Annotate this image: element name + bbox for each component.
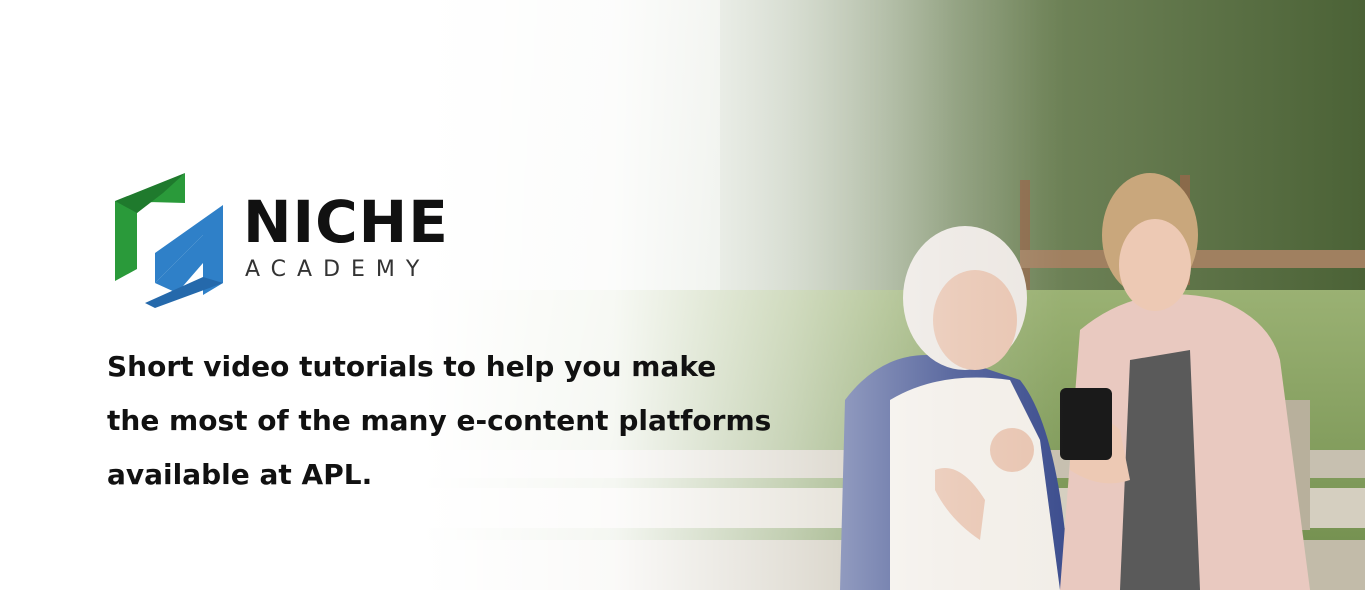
- tagline-line-1: Short video tutorials to help you make: [107, 350, 717, 383]
- tagline-line-2: the most of the many e-content platforms: [107, 404, 772, 437]
- tagline: Short video tutorials to help you make t…: [107, 340, 827, 502]
- niche-academy-logo: NICHE ACADEMY: [115, 173, 495, 308]
- tagline-line-3: available at APL.: [107, 458, 373, 491]
- logo-subtitle: ACADEMY: [245, 257, 431, 282]
- partial-heading-text: judges: [0, 0, 100, 13]
- partial-heading-text-2: s.: [0, 40, 26, 75]
- niche-logo-mark-icon: [115, 173, 223, 308]
- logo-wordmark: NICHE: [243, 188, 449, 256]
